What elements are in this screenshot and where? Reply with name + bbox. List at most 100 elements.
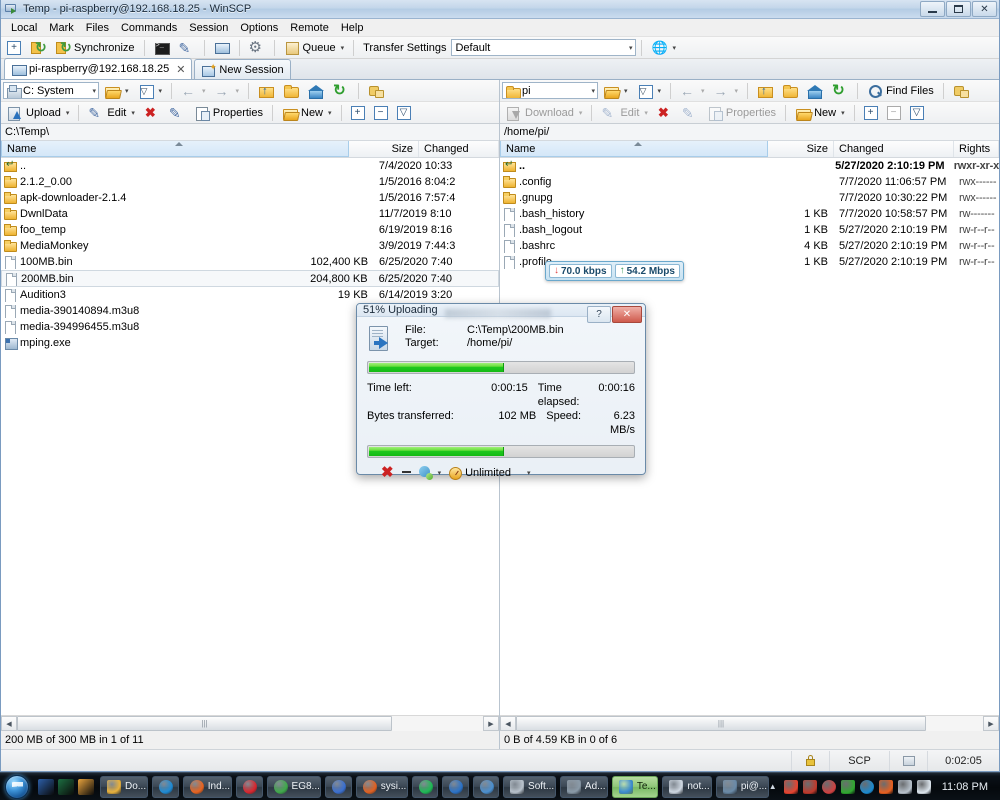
taskbar-button[interactable]: Do... xyxy=(100,775,149,798)
table-row[interactable]: .gnupg 7/7/2020 10:30:22 PM rwx------ xyxy=(500,190,999,206)
open-terminal-button[interactable] xyxy=(150,38,174,58)
chevron-down-icon[interactable]: ▾ xyxy=(66,109,70,117)
chevron-down-icon[interactable]: ▾ xyxy=(341,44,345,52)
scroll-thumb[interactable]: ||| xyxy=(17,716,392,731)
table-row[interactable]: .config 7/7/2020 11:06:57 PM rwx------ xyxy=(500,174,999,190)
remote-delete-button[interactable] xyxy=(653,103,677,123)
tab-session-pi-raspberry[interactable]: pi-raspberry@192.168.18.25 ✕ xyxy=(4,58,193,79)
preferences-button[interactable] xyxy=(245,38,269,58)
speed-limit-chevron-down-icon[interactable]: ▾ xyxy=(527,469,531,477)
column-header-rights[interactable]: Rights xyxy=(954,141,999,157)
local-select-mask-button[interactable]: ▽ xyxy=(393,104,415,122)
dialog-close-button[interactable]: ✕ xyxy=(612,306,642,323)
tab-new-session[interactable]: New Session xyxy=(194,59,291,79)
local-root-dir-button[interactable] xyxy=(279,81,303,101)
remote-select-mask-button[interactable]: ▽ xyxy=(906,104,928,122)
chevron-down-icon[interactable]: ▾ xyxy=(236,87,240,95)
scroll-right-icon[interactable]: ▶ xyxy=(983,716,999,731)
tray-expand-icon[interactable]: ▲ xyxy=(769,782,779,791)
local-back-button[interactable]: ▾ xyxy=(177,81,210,101)
remote-bookmark-button[interactable] xyxy=(949,81,973,101)
remote-deselect-button[interactable]: − xyxy=(883,104,905,122)
transfer-preset-button[interactable]: ▾ xyxy=(647,38,680,58)
taskbar-button[interactable]: Ad... xyxy=(559,775,608,798)
remote-parent-dir-button[interactable] xyxy=(753,81,777,101)
scroll-right-icon[interactable]: ▶ xyxy=(483,716,499,731)
column-header-changed[interactable]: Changed xyxy=(834,141,954,157)
cancel-button[interactable]: ✖ xyxy=(381,465,394,480)
taskbar-button[interactable]: pi@... xyxy=(715,775,769,798)
chevron-down-icon[interactable]: ▾ xyxy=(841,109,845,117)
minimize-button[interactable] xyxy=(920,1,945,17)
column-header-changed[interactable]: Changed xyxy=(419,141,499,157)
scroll-track[interactable]: ||| xyxy=(516,716,983,731)
column-header-size[interactable]: Size xyxy=(768,141,834,157)
remote-properties-button[interactable]: Properties xyxy=(703,103,780,123)
local-bookmark-button[interactable] xyxy=(364,81,388,101)
scroll-left-icon[interactable]: ◀ xyxy=(500,716,516,731)
excel-icon[interactable] xyxy=(58,778,74,795)
remote-back-button[interactable]: ▾ xyxy=(676,81,709,101)
local-open-dir-button[interactable]: ▾ xyxy=(100,81,133,101)
remote-hscrollbar[interactable]: ◀ ||| ▶ xyxy=(500,715,999,731)
synchronize-button[interactable]: Synchronize xyxy=(51,38,139,58)
chevron-down-icon[interactable]: ▾ xyxy=(438,469,442,477)
restore-button[interactable] xyxy=(946,1,971,17)
menu-item-remote[interactable]: Remote xyxy=(284,21,335,35)
flashdev-icon[interactable] xyxy=(38,778,54,795)
chevron-down-icon[interactable]: ▾ xyxy=(125,87,129,95)
table-row[interactable]: .bash_logout 1 KB 5/27/2020 2:10:19 PM rw-r… xyxy=(500,222,999,238)
putty-button[interactable] xyxy=(175,38,199,58)
scroll-thumb[interactable]: ||| xyxy=(516,716,926,731)
column-header-name[interactable]: Name xyxy=(1,141,349,157)
local-delete-button[interactable] xyxy=(140,103,164,123)
synchronize-browsing-button[interactable] xyxy=(26,38,50,58)
chevron-down-icon[interactable]: ▾ xyxy=(672,44,676,52)
taskbar-button[interactable] xyxy=(152,775,179,798)
remote-root-dir-button[interactable] xyxy=(778,81,802,101)
upload-button[interactable]: Upload ▾ xyxy=(3,103,73,123)
table-row[interactable]: 100MB.bin 102,400 KB 6/25/2020 7:40 xyxy=(1,254,499,270)
menu-item-options[interactable]: Options xyxy=(234,21,284,35)
status-badge-secure[interactable] xyxy=(791,750,829,771)
taskbar-button[interactable] xyxy=(472,775,500,798)
table-row[interactable]: 2.1.2_0.00 1/5/2016 8:04:2 xyxy=(1,174,499,190)
keep-remote-updated-button[interactable] xyxy=(210,38,234,58)
chevron-down-icon[interactable]: ▾ xyxy=(735,87,739,95)
menu-item-session[interactable]: Session xyxy=(183,21,234,35)
local-rename-button[interactable] xyxy=(165,103,189,123)
menu-item-help[interactable]: Help xyxy=(335,21,370,35)
local-hscrollbar[interactable]: ◀ ||| ▶ xyxy=(1,715,499,731)
chevron-down-icon[interactable]: ▾ xyxy=(92,87,96,95)
chevron-down-icon[interactable]: ▾ xyxy=(629,44,633,52)
background-transfer-button[interactable]: ▾ xyxy=(418,466,442,480)
chevron-down-icon[interactable]: ▾ xyxy=(701,87,705,95)
remote-forward-button[interactable]: ▾ xyxy=(710,81,743,101)
find-files-button[interactable]: Find Files xyxy=(863,81,938,101)
minimize-dialog-button[interactable] xyxy=(398,471,415,475)
local-refresh-button[interactable] xyxy=(329,81,353,101)
status-protocol[interactable]: SCP xyxy=(829,750,889,771)
remote-home-dir-button[interactable] xyxy=(803,81,827,101)
taskbar-button[interactable]: Soft... xyxy=(503,775,556,798)
vlc2-icon[interactable] xyxy=(878,779,893,794)
table-row[interactable]: Audition3 19 KB 6/14/2019 3:20 xyxy=(1,287,499,303)
remote-refresh-button[interactable] xyxy=(828,81,852,101)
table-row[interactable]: .bash_history 1 KB 7/7/2020 10:58:57 PM rw-… xyxy=(500,206,999,222)
target-icon[interactable] xyxy=(859,779,874,794)
avast-icon[interactable] xyxy=(783,779,798,794)
chevron-down-icon[interactable]: ▾ xyxy=(658,87,662,95)
local-drive-combo[interactable]: C: System ▾ xyxy=(3,82,99,99)
table-row[interactable]: .. 7/4/2020 10:33 xyxy=(1,158,499,174)
scroll-left-icon[interactable]: ◀ xyxy=(1,716,17,731)
local-filter-button[interactable]: ▾ xyxy=(134,81,167,101)
scroll-track[interactable]: ||| xyxy=(17,716,483,731)
pause-icon[interactable] xyxy=(821,779,836,794)
remote-dir-combo[interactable]: pi ▾ xyxy=(502,82,598,99)
local-deselect-button[interactable]: − xyxy=(370,104,392,122)
close-button[interactable]: ✕ xyxy=(972,1,997,17)
chevron-down-icon[interactable]: ▾ xyxy=(624,87,628,95)
vmware-icon[interactable] xyxy=(802,779,817,794)
status-network[interactable] xyxy=(889,750,927,771)
local-new-button[interactable]: New ▾ xyxy=(278,103,336,123)
